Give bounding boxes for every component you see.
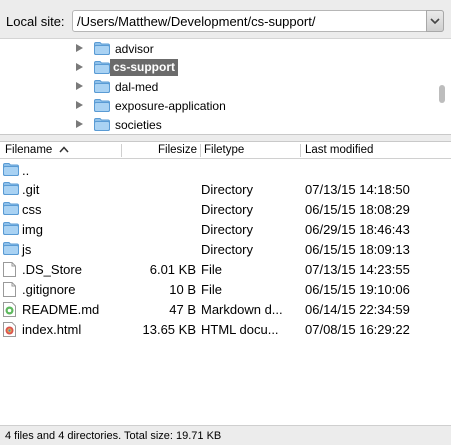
tree-item-label: societies [115, 118, 162, 132]
file-row[interactable]: css Directory 06/15/15 18:08:29 [0, 199, 451, 219]
file-type: Directory [201, 242, 254, 257]
file-size: 10 B [169, 282, 196, 297]
tree-item-exposure-application[interactable]: exposure-application [0, 96, 430, 115]
file-type: Directory [201, 222, 254, 237]
file-modified: 06/14/15 22:34:59 [305, 302, 410, 317]
tree-item-dal-med[interactable]: dal-med [0, 77, 430, 96]
file-row[interactable]: .git Directory 07/13/15 14:18:50 [0, 179, 451, 199]
file-name: index.html [22, 322, 82, 337]
file-row-parent[interactable]: .. [0, 160, 451, 180]
folder-icon [3, 163, 19, 176]
expand-triangle-icon[interactable] [76, 82, 83, 90]
local-directory-tree[interactable]: advisor cs-support dal-med exposure-appl… [0, 38, 451, 134]
folder-icon [3, 182, 19, 195]
file-row[interactable]: .gitignore 10 B File 06/15/15 19:10:06 [0, 279, 451, 299]
tree-item-label: cs-support [110, 59, 179, 76]
file-row[interactable]: .DS_Store 6.01 KB File 07/13/15 14:23:55 [0, 259, 451, 279]
file-type: Directory [201, 182, 254, 197]
file-name: README.md [22, 302, 100, 317]
column-header-filename[interactable]: Filename [5, 144, 52, 156]
tree-item-label: dal-med [115, 80, 159, 94]
file-icon [3, 282, 16, 297]
folder-icon [94, 99, 110, 112]
tree-item-advisor[interactable]: advisor [0, 39, 430, 58]
local-site-dropdown-button[interactable] [426, 10, 444, 32]
local-site-label: Local site: [6, 14, 65, 29]
column-header-last-modified[interactable]: Last modified [305, 144, 373, 156]
file-type: File [201, 262, 222, 277]
folder-icon [94, 80, 110, 93]
file-name: .gitignore [22, 282, 76, 297]
file-name: js [22, 242, 32, 257]
local-site-path-input[interactable]: /Users/Matthew/Development/cs-support/ [77, 14, 315, 29]
column-header-filetype[interactable]: Filetype [204, 144, 244, 156]
file-size: 6.01 KB [149, 262, 196, 277]
column-header-filesize[interactable]: Filesize [158, 144, 197, 156]
tree-item-societies[interactable]: societies [0, 115, 430, 134]
file-modified: 07/13/15 14:23:55 [305, 262, 410, 277]
file-type: Markdown d... [201, 302, 283, 317]
folder-icon [94, 61, 110, 74]
sort-ascending-icon [59, 146, 69, 153]
file-row[interactable]: img Directory 06/29/15 18:46:43 [0, 219, 451, 239]
file-size: 13.65 KB [142, 322, 197, 337]
status-text: 4 files and 4 directories. Total size: 1… [5, 430, 222, 442]
column-separator[interactable] [200, 144, 201, 157]
pane-splitter[interactable] [0, 134, 451, 142]
expand-triangle-icon[interactable] [76, 101, 83, 109]
file-modified: 06/15/15 18:09:13 [305, 242, 410, 257]
folder-icon [94, 118, 110, 131]
file-modified: 06/15/15 18:08:29 [305, 202, 410, 217]
folder-icon [3, 222, 19, 235]
file-list-header: Filename Filesize Filetype Last modified [0, 142, 451, 159]
file-type: HTML docu... [201, 322, 279, 337]
file-name: .DS_Store [22, 262, 82, 277]
tree-item-label: advisor [115, 42, 154, 56]
file-name: .git [22, 182, 40, 197]
tree-item-label: exposure-application [115, 99, 226, 113]
tree-item-cs-support[interactable]: cs-support [0, 58, 430, 77]
folder-icon [3, 242, 19, 255]
expand-triangle-icon[interactable] [76, 44, 83, 52]
file-type: File [201, 282, 222, 297]
file-name: img [22, 222, 43, 237]
file-size: 47 B [169, 302, 196, 317]
file-modified: 07/08/15 16:29:22 [305, 322, 410, 337]
file-type: Directory [201, 202, 254, 217]
file-name: css [22, 202, 42, 217]
tree-scrollbar-thumb[interactable] [439, 85, 445, 103]
file-modified: 06/29/15 18:46:43 [305, 222, 410, 237]
status-bar: 4 files and 4 directories. Total size: 1… [0, 425, 451, 445]
expand-triangle-icon[interactable] [76, 120, 83, 128]
file-row[interactable]: README.md 47 B Markdown d... 06/14/15 22… [0, 299, 451, 319]
chevron-down-icon [430, 18, 440, 25]
local-site-bar: Local site: /Users/Matthew/Development/c… [0, 0, 451, 38]
folder-icon [3, 202, 19, 215]
file-modified: 07/13/15 14:18:50 [305, 182, 410, 197]
column-separator[interactable] [121, 144, 122, 157]
local-file-list[interactable]: Filename Filesize Filetype Last modified… [0, 142, 451, 425]
file-modified: 06/15/15 19:10:06 [305, 282, 410, 297]
file-name: .. [22, 163, 30, 178]
html-file-icon [3, 322, 16, 337]
column-separator[interactable] [300, 144, 301, 157]
file-icon [3, 262, 16, 277]
expand-triangle-icon[interactable] [76, 63, 83, 71]
folder-icon [94, 42, 110, 55]
markdown-file-icon [3, 302, 16, 317]
local-site-path-combobox[interactable]: /Users/Matthew/Development/cs-support/ [72, 10, 444, 32]
file-row[interactable]: js Directory 06/15/15 18:09:13 [0, 239, 451, 259]
file-row[interactable]: index.html 13.65 KB HTML docu... 07/08/1… [0, 319, 451, 339]
